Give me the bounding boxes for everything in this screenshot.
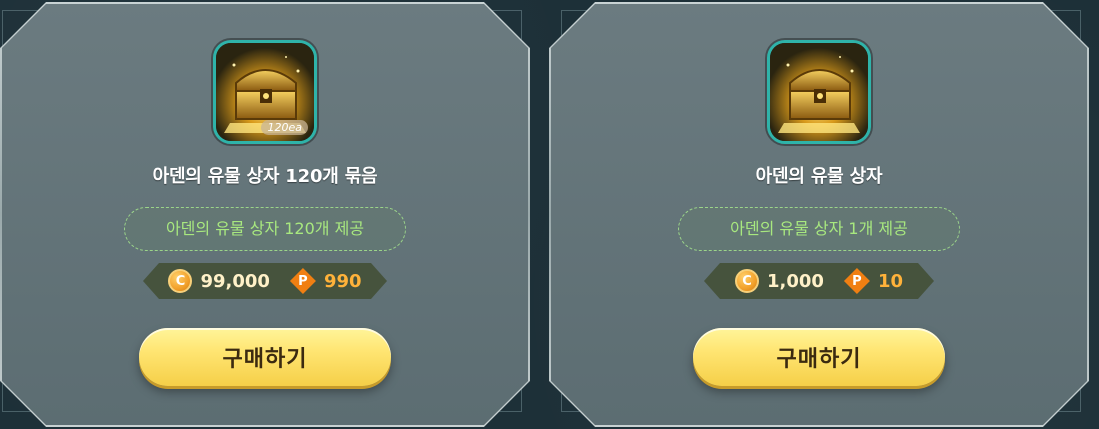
- coin-p-icon: P: [290, 268, 316, 294]
- buy-button-label: 구매하기: [776, 347, 862, 372]
- price-point: 10: [877, 270, 903, 292]
- buy-button-label: 구매하기: [222, 347, 308, 372]
- buy-button[interactable]: 구매하기: [693, 328, 945, 386]
- coin-c-icon: C: [168, 269, 192, 293]
- quantity-badge: 120ea: [261, 120, 308, 135]
- price-point: 990: [323, 270, 362, 292]
- coin-c-icon: C: [735, 269, 759, 293]
- item-title: 아덴의 유물 상자 120개 묶음: [152, 166, 378, 187]
- item-description: 아덴의 유물 상자 1개 제공: [678, 207, 960, 251]
- product-card: 120ea 아덴의 유물 상자 120개 묶음 아덴의 유물 상자 120개 제…: [0, 2, 530, 427]
- price-row: C 1,000 P 10: [704, 263, 934, 299]
- golden-chest-icon: 120ea: [213, 40, 317, 144]
- price-coin: 1,000: [767, 270, 824, 292]
- coin-p-icon: P: [844, 268, 870, 294]
- item-description: 아덴의 유물 상자 120개 제공: [124, 207, 406, 251]
- price-coin: 99,000: [200, 270, 270, 292]
- golden-chest-icon: [767, 40, 871, 144]
- price-row: C 99,000 P 990: [143, 263, 387, 299]
- product-card: 아덴의 유물 상자 아덴의 유물 상자 1개 제공 C 1,000 P 10 구…: [549, 2, 1089, 427]
- item-title: 아덴의 유물 상자: [755, 166, 883, 187]
- buy-button[interactable]: 구매하기: [139, 328, 391, 386]
